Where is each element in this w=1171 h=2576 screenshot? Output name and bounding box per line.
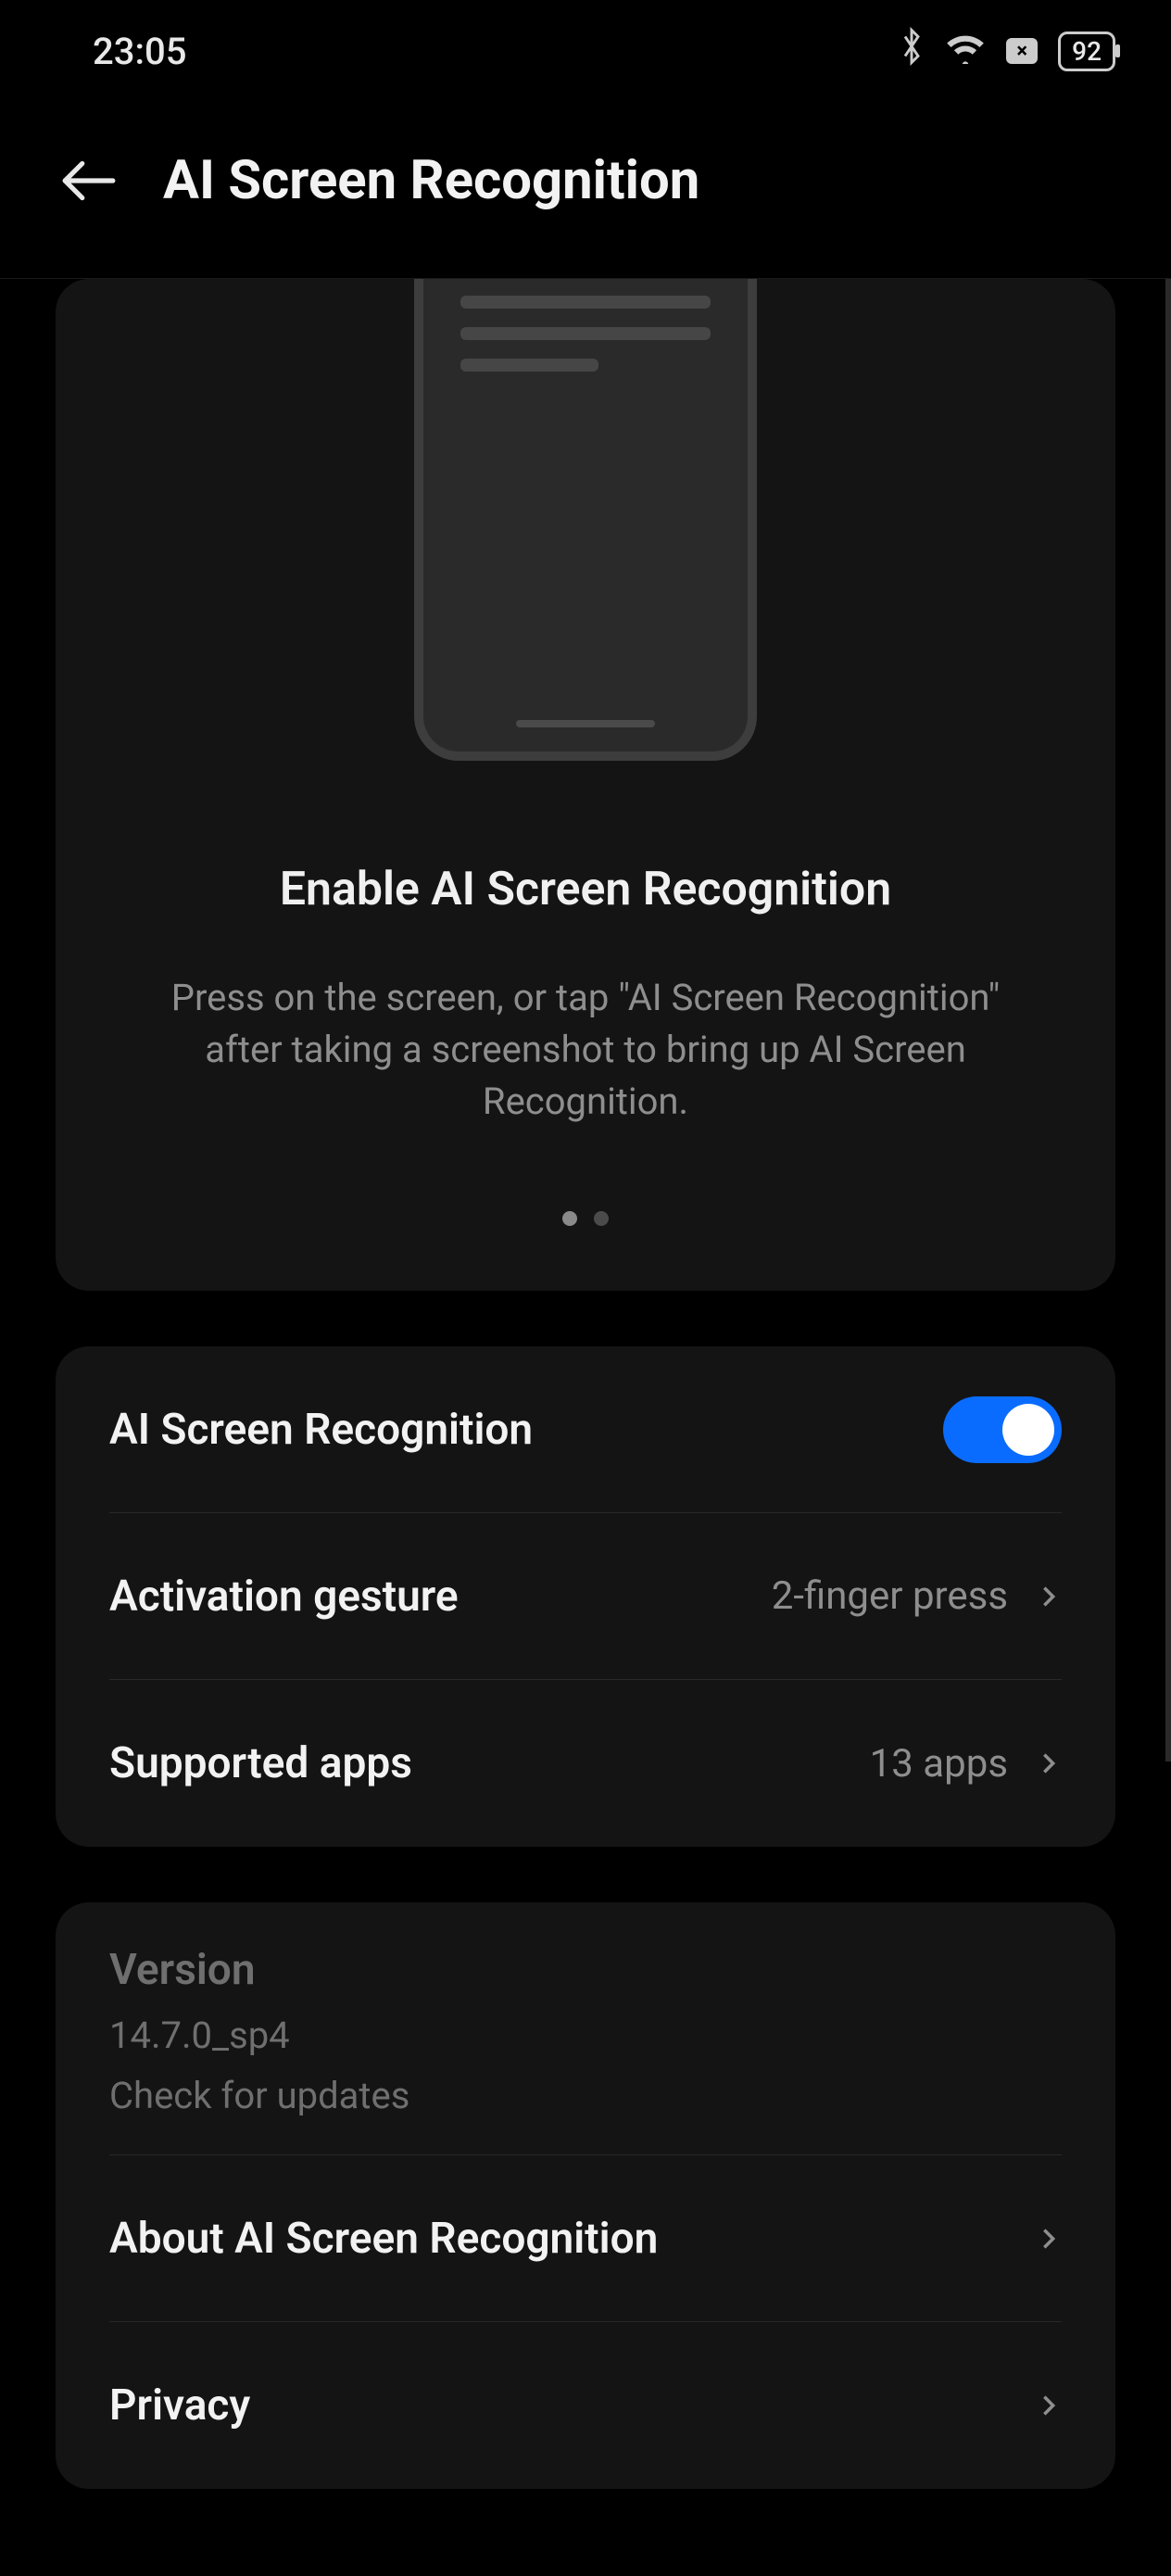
battery-indicator: 92 <box>1058 32 1115 71</box>
toggle-switch[interactable] <box>943 1396 1062 1463</box>
scrollbar[interactable] <box>1165 279 1171 1762</box>
bluetooth-icon <box>899 26 925 76</box>
settings-card: AI Screen Recognition Activation gesture… <box>56 1346 1115 1847</box>
section-heading-extract: EXTRACT <box>65 2572 1106 2576</box>
version-label: Version <box>109 1945 1062 1995</box>
row-supported-apps[interactable]: Supported apps 13 apps <box>109 1680 1062 1847</box>
toggle-knob <box>1002 1404 1054 1456</box>
page-title: AI Screen Recognition <box>163 149 699 212</box>
row-label: Privacy <box>109 2380 250 2431</box>
arrow-left-icon <box>59 157 117 205</box>
phone-illustration <box>414 279 757 761</box>
row-label: AI Screen Recognition <box>109 1405 533 1455</box>
chevron-right-icon <box>1036 2393 1062 2418</box>
wifi-icon <box>945 30 986 73</box>
row-privacy[interactable]: Privacy <box>109 2322 1062 2489</box>
pager-dot[interactable] <box>562 1211 577 1226</box>
intro-description: Press on the screen, or tap "AI Screen R… <box>130 972 1041 1128</box>
row-value: 2-finger press <box>772 1573 1008 1619</box>
intro-title: Enable AI Screen Recognition <box>130 863 1041 916</box>
row-label: Activation gesture <box>109 1572 459 1622</box>
row-label: About AI Screen Recognition <box>109 2214 658 2264</box>
intro-card[interactable]: Enable AI Screen Recognition Press on th… <box>56 279 1115 1291</box>
chevron-right-icon <box>1036 1750 1062 1776</box>
status-indicators: × 92 <box>899 26 1115 76</box>
back-button[interactable] <box>56 148 120 213</box>
carousel-pager[interactable] <box>130 1211 1041 1226</box>
row-activation-gesture[interactable]: Activation gesture 2-finger press <box>109 1513 1062 1680</box>
app-header: AI Screen Recognition <box>0 102 1171 279</box>
row-about[interactable]: About AI Screen Recognition <box>109 2155 1062 2322</box>
chevron-right-icon <box>1036 1584 1062 1610</box>
toggle-row-ai-screen-recognition[interactable]: AI Screen Recognition <box>109 1346 1062 1513</box>
row-value: 13 apps <box>870 1741 1008 1787</box>
row-label: Supported apps <box>109 1738 412 1788</box>
row-version[interactable]: Version 14.7.0_sp4 Check for updates <box>109 1902 1062 2155</box>
status-bar: 23:05 × 92 <box>0 0 1171 102</box>
version-value: 14.7.0_sp4 <box>109 2014 1062 2057</box>
status-time: 23:05 <box>93 30 186 73</box>
info-card: Version 14.7.0_sp4 Check for updates Abo… <box>56 1902 1115 2489</box>
sim-status-icon: × <box>1006 38 1038 64</box>
check-updates-label: Check for updates <box>109 2074 1062 2117</box>
chevron-right-icon <box>1036 2226 1062 2252</box>
pager-dot[interactable] <box>594 1211 609 1226</box>
